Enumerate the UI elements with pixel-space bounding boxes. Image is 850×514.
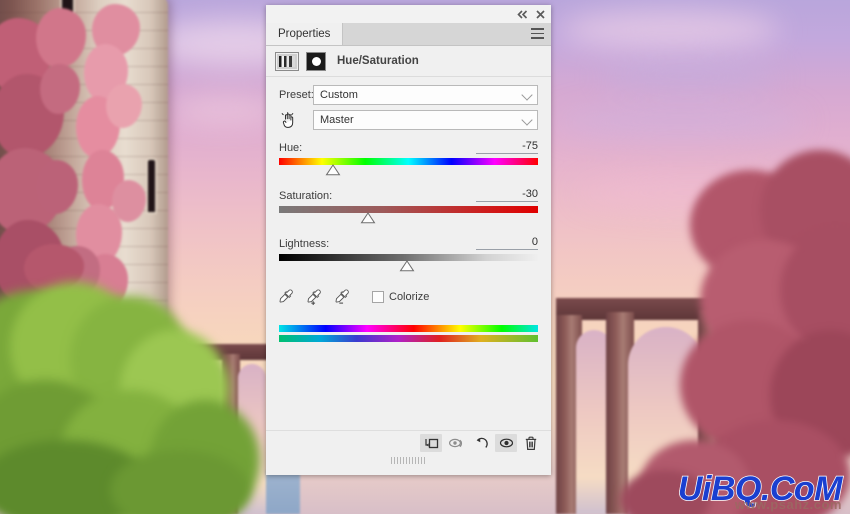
- hue-slider-track-wrap[interactable]: [279, 158, 538, 177]
- reset-adjustment-button[interactable]: [470, 434, 492, 452]
- lightness-slider-thumb[interactable]: [400, 260, 415, 272]
- chevron-down-icon: [521, 114, 533, 126]
- eyedropper-add-icon[interactable]: [307, 289, 322, 305]
- panel-bottom-toolbar: [266, 430, 551, 455]
- hue-range-bar-source[interactable]: [279, 325, 538, 332]
- cloud: [600, 62, 780, 92]
- on-image-adjustment-hand-icon[interactable]: [279, 111, 297, 129]
- eye-with-arrow-icon: [448, 438, 462, 447]
- saturation-slider-value[interactable]: -30: [476, 188, 538, 202]
- colorize-label: Colorize: [389, 291, 430, 303]
- lightness-slider-track-wrap[interactable]: [279, 254, 538, 273]
- on-image-adjustment-slot: [279, 111, 313, 129]
- hue-range-bar-result[interactable]: [279, 335, 538, 342]
- tab-properties-label: Properties: [278, 28, 331, 40]
- hue-slider-thumb[interactable]: [325, 164, 341, 176]
- eyedropper-subtract-icon[interactable]: [335, 289, 350, 305]
- chevron-down-icon: [521, 89, 533, 101]
- hue-slider-value[interactable]: -75: [476, 140, 538, 154]
- clip-to-layer-icon: [424, 438, 438, 448]
- panel-menu-icon[interactable]: [531, 28, 544, 39]
- hue-saturation-adjustment-icon[interactable]: [275, 51, 299, 71]
- hue-slider-label: Hue:: [279, 142, 303, 154]
- preset-select-value: Custom: [320, 89, 358, 101]
- panel-tab-strip[interactable]: Properties: [266, 23, 551, 46]
- mask-dot: [311, 56, 321, 66]
- cloud: [560, 10, 780, 50]
- saturation-slider-track[interactable]: [279, 206, 538, 213]
- layer-mask-thumbnail[interactable]: [306, 51, 326, 71]
- trash-icon: [525, 436, 537, 450]
- preset-row: Preset: Custom: [266, 85, 551, 105]
- cloud: [555, 105, 805, 139]
- eyedropper-icon[interactable]: [279, 289, 294, 305]
- eyedropper-tools-row: Colorize: [266, 287, 551, 307]
- panel-resize-grip[interactable]: [390, 457, 427, 464]
- adjustment-icon-stripes: [279, 55, 295, 67]
- tower-window: [148, 160, 155, 212]
- toggle-layer-visibility-previous-button[interactable]: [445, 434, 467, 452]
- reset-arrow-icon: [476, 437, 488, 448]
- close-button[interactable]: [533, 7, 547, 21]
- saturation-slider-thumb[interactable]: [360, 212, 376, 224]
- channel-select-value: Master: [320, 114, 354, 126]
- panel-title-bar: [266, 5, 551, 23]
- colorize-checkbox-wrap[interactable]: Colorize: [372, 291, 429, 303]
- preset-label: Preset:: [279, 89, 314, 101]
- double-chevron-left-icon: [516, 9, 527, 19]
- adjustment-header: Hue/Saturation: [266, 46, 551, 77]
- lightness-slider-value[interactable]: 0: [476, 236, 538, 250]
- channel-select[interactable]: Master: [313, 110, 538, 130]
- tab-properties[interactable]: Properties: [266, 23, 344, 45]
- hue-slider-track[interactable]: [279, 158, 538, 165]
- colorize-checkbox[interactable]: [372, 291, 384, 303]
- toggle-layer-visibility-button[interactable]: [495, 434, 517, 452]
- hue-slider-block: Hue: -75: [266, 140, 551, 177]
- panel-footer: [266, 455, 551, 475]
- close-icon: [535, 9, 545, 19]
- channel-row: Master: [266, 110, 551, 130]
- hue-range-bars: [266, 325, 551, 342]
- lightness-slider-label: Lightness:: [279, 238, 330, 250]
- saturation-slider-track-wrap[interactable]: [279, 206, 538, 225]
- adjustment-title: Hue/Saturation: [337, 55, 419, 67]
- cloud: [170, 95, 280, 125]
- preset-select[interactable]: Custom: [313, 85, 538, 105]
- clip-to-layer-button[interactable]: [420, 434, 442, 452]
- panel-body: Hue/Saturation Preset: Custom Master Hue…: [266, 46, 551, 342]
- saturation-slider-label: Saturation:: [279, 190, 333, 202]
- collapse-to-icons-button[interactable]: [515, 7, 529, 21]
- lightness-slider-block: Lightness: 0: [266, 236, 551, 273]
- properties-panel[interactable]: Properties Hue/Saturation Preset: Custom: [266, 5, 551, 475]
- delete-adjustment-layer-button[interactable]: [520, 434, 542, 452]
- saturation-slider-block: Saturation: -30: [266, 188, 551, 225]
- eye-icon: [499, 438, 513, 448]
